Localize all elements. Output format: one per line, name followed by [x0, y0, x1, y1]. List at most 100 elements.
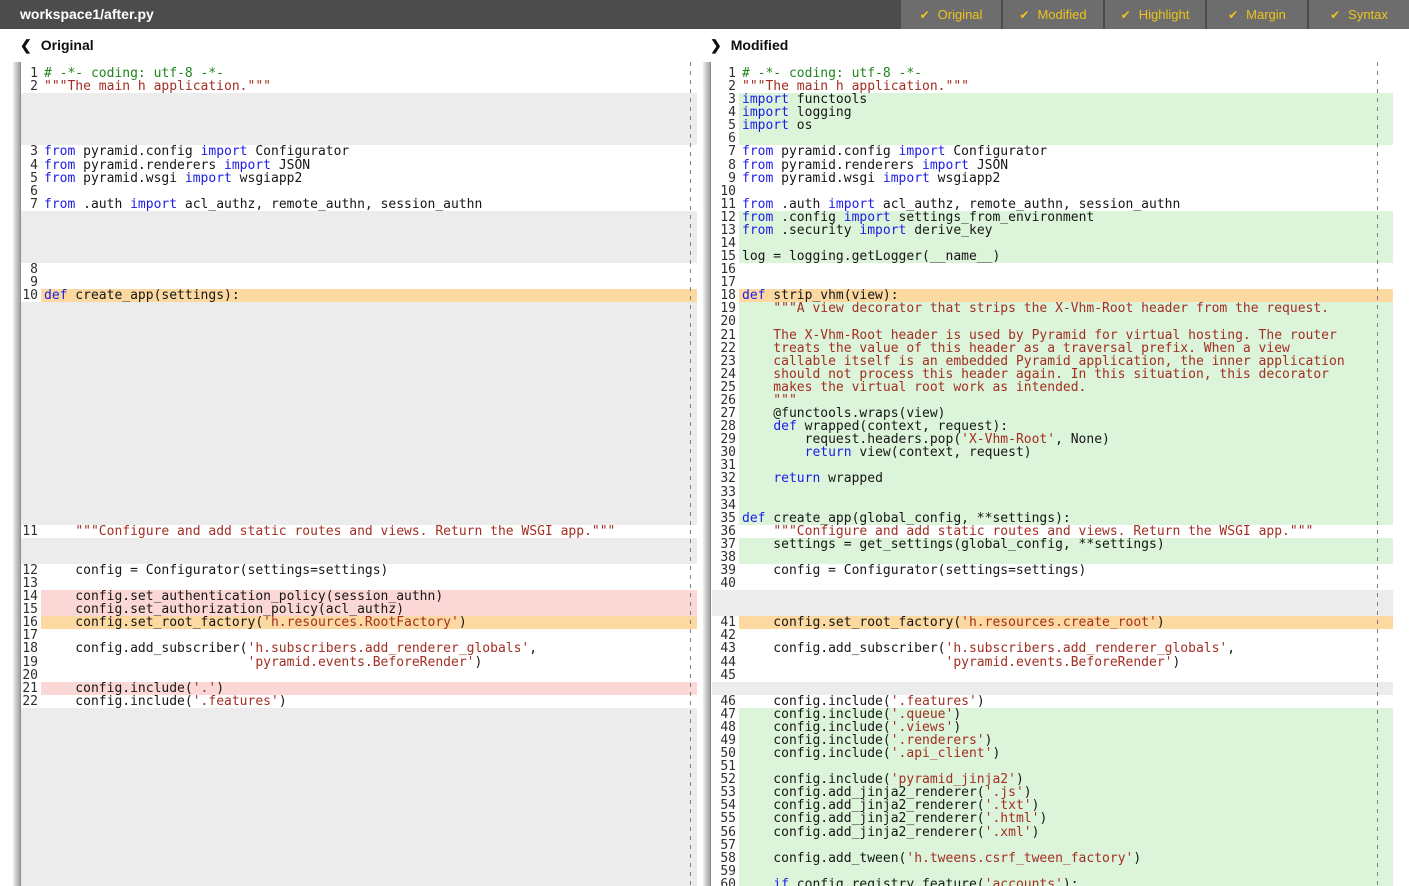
- filler-row: [21, 407, 697, 420]
- diff-row: 38: [712, 551, 1393, 564]
- line-number: 17: [21, 629, 41, 642]
- diff-row: 1# -*- coding: utf-8 -*-: [712, 67, 1393, 80]
- diff-row: 54 config.add_jinja2_renderer('.txt'): [712, 799, 1393, 812]
- toggle-syntax-button[interactable]: ✔ Syntax: [1309, 0, 1409, 29]
- filler-row: [21, 433, 697, 446]
- code-text: """The main h application.""": [41, 80, 697, 93]
- code-text: from .security import derive_key: [739, 224, 1393, 237]
- toggle-modified-button[interactable]: ✔ Modified: [1003, 0, 1103, 29]
- code-text: [41, 669, 697, 682]
- code-text: config.add_jinja2_renderer('.js'): [739, 786, 1393, 799]
- toggle-highlight-button[interactable]: ✔ Highlight: [1105, 0, 1205, 29]
- code-text: [739, 629, 1393, 642]
- diff-row: 9: [21, 276, 697, 289]
- code-text: return wrapped: [739, 472, 1393, 485]
- diff-row: 41 config.set_root_factory('h.resources.…: [712, 616, 1393, 629]
- filler-row: [21, 119, 697, 132]
- code-text: 'pyramid.events.BeforeRender'): [41, 656, 697, 669]
- toggle-original-button[interactable]: ✔ Original: [901, 0, 1001, 29]
- button-label: Syntax: [1348, 7, 1388, 22]
- line-number: 54: [712, 799, 739, 812]
- code-text: config.include('.features'): [739, 695, 1393, 708]
- line-number: 42: [712, 629, 739, 642]
- toggle-margin-button[interactable]: ✔ Margin: [1207, 0, 1307, 29]
- code-text: """Configure and add static routes and v…: [41, 525, 697, 538]
- gutter-strip: [703, 62, 711, 886]
- code-text: config.include('.queue'): [739, 708, 1393, 721]
- code-text: request.headers.pop('X-Vhm-Root', None): [739, 433, 1393, 446]
- diff-row: 16 config.set_root_factory('h.resources.…: [21, 616, 697, 629]
- diff-row: 18 config.add_subscriber('h.subscribers.…: [21, 642, 697, 655]
- diff-row: 26 """: [712, 394, 1393, 407]
- line-number: 49: [712, 734, 739, 747]
- code-text: """The main h application.""": [739, 80, 1393, 93]
- code-text: settings = get_settings(global_config, *…: [739, 538, 1393, 551]
- line-number: 48: [712, 721, 739, 734]
- line-number: 57: [712, 839, 739, 852]
- diff-row: 22 config.include('.features'): [21, 695, 697, 708]
- diff-row: 10: [712, 185, 1393, 198]
- code-text: [739, 459, 1393, 472]
- filler-row: [21, 381, 697, 394]
- code-text: config.include('.views'): [739, 721, 1393, 734]
- code-text: import functools: [739, 93, 1393, 106]
- code-text: 'pyramid.events.BeforeRender'): [739, 656, 1393, 669]
- diff-row: 6: [712, 132, 1393, 145]
- line-number: 16: [21, 616, 41, 629]
- line-number: 40: [712, 577, 739, 590]
- line-number: 22: [712, 342, 739, 355]
- line-number: 59: [712, 865, 739, 878]
- diff-row: 36 """Configure and add static routes an…: [712, 525, 1393, 538]
- code-text: from pyramid.config import Configurator: [739, 145, 1393, 158]
- margin-line: [1377, 62, 1378, 886]
- code-text: config.include('.renderers'): [739, 734, 1393, 747]
- code-text: from pyramid.config import Configurator: [41, 145, 697, 158]
- line-number: 37: [712, 538, 739, 551]
- filler-row: [21, 250, 697, 263]
- line-number: 27: [712, 407, 739, 420]
- line-number: 25: [712, 381, 739, 394]
- code-text: [41, 577, 697, 590]
- button-label: Original: [938, 7, 983, 22]
- filler-row: [21, 302, 697, 315]
- filler-row: [21, 394, 697, 407]
- diff-row: 18def strip_vhm(view):: [712, 289, 1393, 302]
- code-text: config.include('.'): [41, 682, 697, 695]
- diff-row: 35def create_app(global_config, **settin…: [712, 512, 1393, 525]
- code-text: [739, 315, 1393, 328]
- line-number: 38: [712, 551, 739, 564]
- diff-row: 14: [712, 237, 1393, 250]
- code-text: config.add_subscriber('h.subscribers.add…: [739, 642, 1393, 655]
- code-text: config.include('.api_client'): [739, 747, 1393, 760]
- code-text: """: [739, 394, 1393, 407]
- diff-row: 59: [712, 865, 1393, 878]
- diff-row: 33: [712, 486, 1393, 499]
- diff-row: 17: [21, 629, 697, 642]
- button-label: Highlight: [1139, 7, 1190, 22]
- diff-row: 44 'pyramid.events.BeforeRender'): [712, 656, 1393, 669]
- diff-row: 30 return view(context, request): [712, 446, 1393, 459]
- filler-row: [21, 93, 697, 106]
- chevron-right-icon: ❯: [710, 37, 722, 53]
- line-number: 2: [712, 80, 739, 93]
- code-text: from pyramid.renderers import JSON: [739, 159, 1393, 172]
- line-number: 53: [712, 786, 739, 799]
- filler-row: [21, 773, 697, 786]
- line-number: 18: [712, 289, 739, 302]
- line-number: 12: [21, 564, 41, 577]
- diff-row: 13from .security import derive_key: [712, 224, 1393, 237]
- code-text: return view(context, request): [739, 446, 1393, 459]
- line-number: 30: [712, 446, 739, 459]
- pane-title: Original: [41, 37, 94, 53]
- filler-row: [21, 538, 697, 551]
- line-number: 6: [21, 185, 41, 198]
- modified-rows: 1# -*- coding: utf-8 -*-2"""The main h a…: [712, 62, 1393, 886]
- titlebar: workspace1/after.py ✔ Original ✔ Modifie…: [0, 0, 1409, 29]
- filler-row: [21, 132, 697, 145]
- code-text: [739, 669, 1393, 682]
- line-number: 6: [712, 132, 739, 145]
- diff-row: 22 treats the value of this header as a …: [712, 342, 1393, 355]
- code-text: [41, 276, 697, 289]
- diff-row: 60 if config.registry.feature('accounts'…: [712, 878, 1393, 886]
- code-text: [739, 132, 1393, 145]
